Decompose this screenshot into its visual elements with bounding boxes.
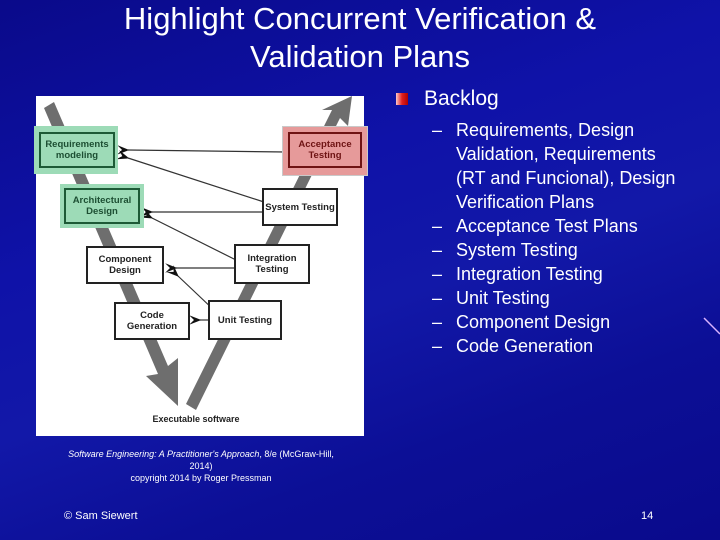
dash-icon: – [432, 264, 443, 284]
dash-icon: – [432, 120, 443, 140]
sub-bullet-text: Requirements, Design Validation, Require… [456, 120, 676, 212]
v-model-figure: Requirements modeling Architectural Desi… [34, 96, 368, 436]
sub-bullet: – Acceptance Test Plans [432, 214, 716, 238]
link-acceptance-to-requirements [117, 145, 287, 155]
footer-author: © Sam Siewert [64, 510, 138, 522]
sub-bullet-text: Unit Testing [456, 288, 550, 308]
slide-title: Highlight Concurrent Verification & Vali… [0, 0, 720, 76]
dash-icon: – [432, 312, 443, 332]
red-square-bullet-icon [396, 93, 408, 105]
sub-bullet: – Unit Testing [432, 286, 716, 310]
link-system-to-requirements [116, 150, 265, 203]
box-unit-testing: Unit Testing [208, 300, 282, 340]
bullet-heading-text: Backlog [424, 87, 499, 110]
sub-bullet: – Requirements, Design Validation, Requir… [432, 118, 716, 214]
sub-bullet-text: System Testing [456, 240, 578, 260]
dash-icon: – [432, 240, 443, 260]
figure-caption: Software Engineering: A Practitioner's A… [56, 448, 346, 484]
box-integration-testing: Integration Testing [234, 244, 310, 284]
link-integration-to-architectural [140, 208, 237, 261]
sub-bullet-text: Code Generation [456, 336, 594, 356]
sub-bullet: – Code Generation [432, 334, 716, 358]
slide-title-line-1: Highlight Concurrent Verification & [123, 1, 597, 36]
sub-bullet-text: Integration Testing [456, 264, 603, 284]
box-acceptance-testing: Acceptance Testing [288, 132, 362, 168]
bullet-list: Backlog – Requirements, Design Validation… [396, 86, 716, 358]
caption-book-title: Software Engineering: A Practitioner's A… [68, 449, 260, 459]
dash-icon: – [432, 288, 443, 308]
box-architectural-design: Architectural Design [64, 188, 140, 224]
sub-bullet-text: Component Design [456, 312, 611, 332]
slide-number: 14 [641, 510, 654, 522]
sub-bullet-text: Acceptance Test Plans [456, 216, 638, 236]
box-code-generation: Code Generation [114, 302, 190, 340]
dash-icon: – [432, 216, 443, 236]
sub-bullet: – Integration Testing [432, 262, 716, 286]
slide-title-line-2: Validation Plans [249, 39, 470, 74]
executable-software-label: Executable software [152, 414, 240, 424]
bullet-heading: Backlog [396, 86, 716, 112]
box-system-testing: System Testing [262, 188, 338, 226]
caption-copyright: copyright 2014 by Roger Pressman [130, 473, 272, 483]
sub-bullet: – Component Design [432, 310, 716, 334]
box-component-design: Component Design [86, 246, 164, 284]
box-requirements-modeling: Requirements modeling [39, 132, 115, 168]
dash-icon: – [432, 336, 443, 356]
sub-bullet: – System Testing [432, 238, 716, 262]
